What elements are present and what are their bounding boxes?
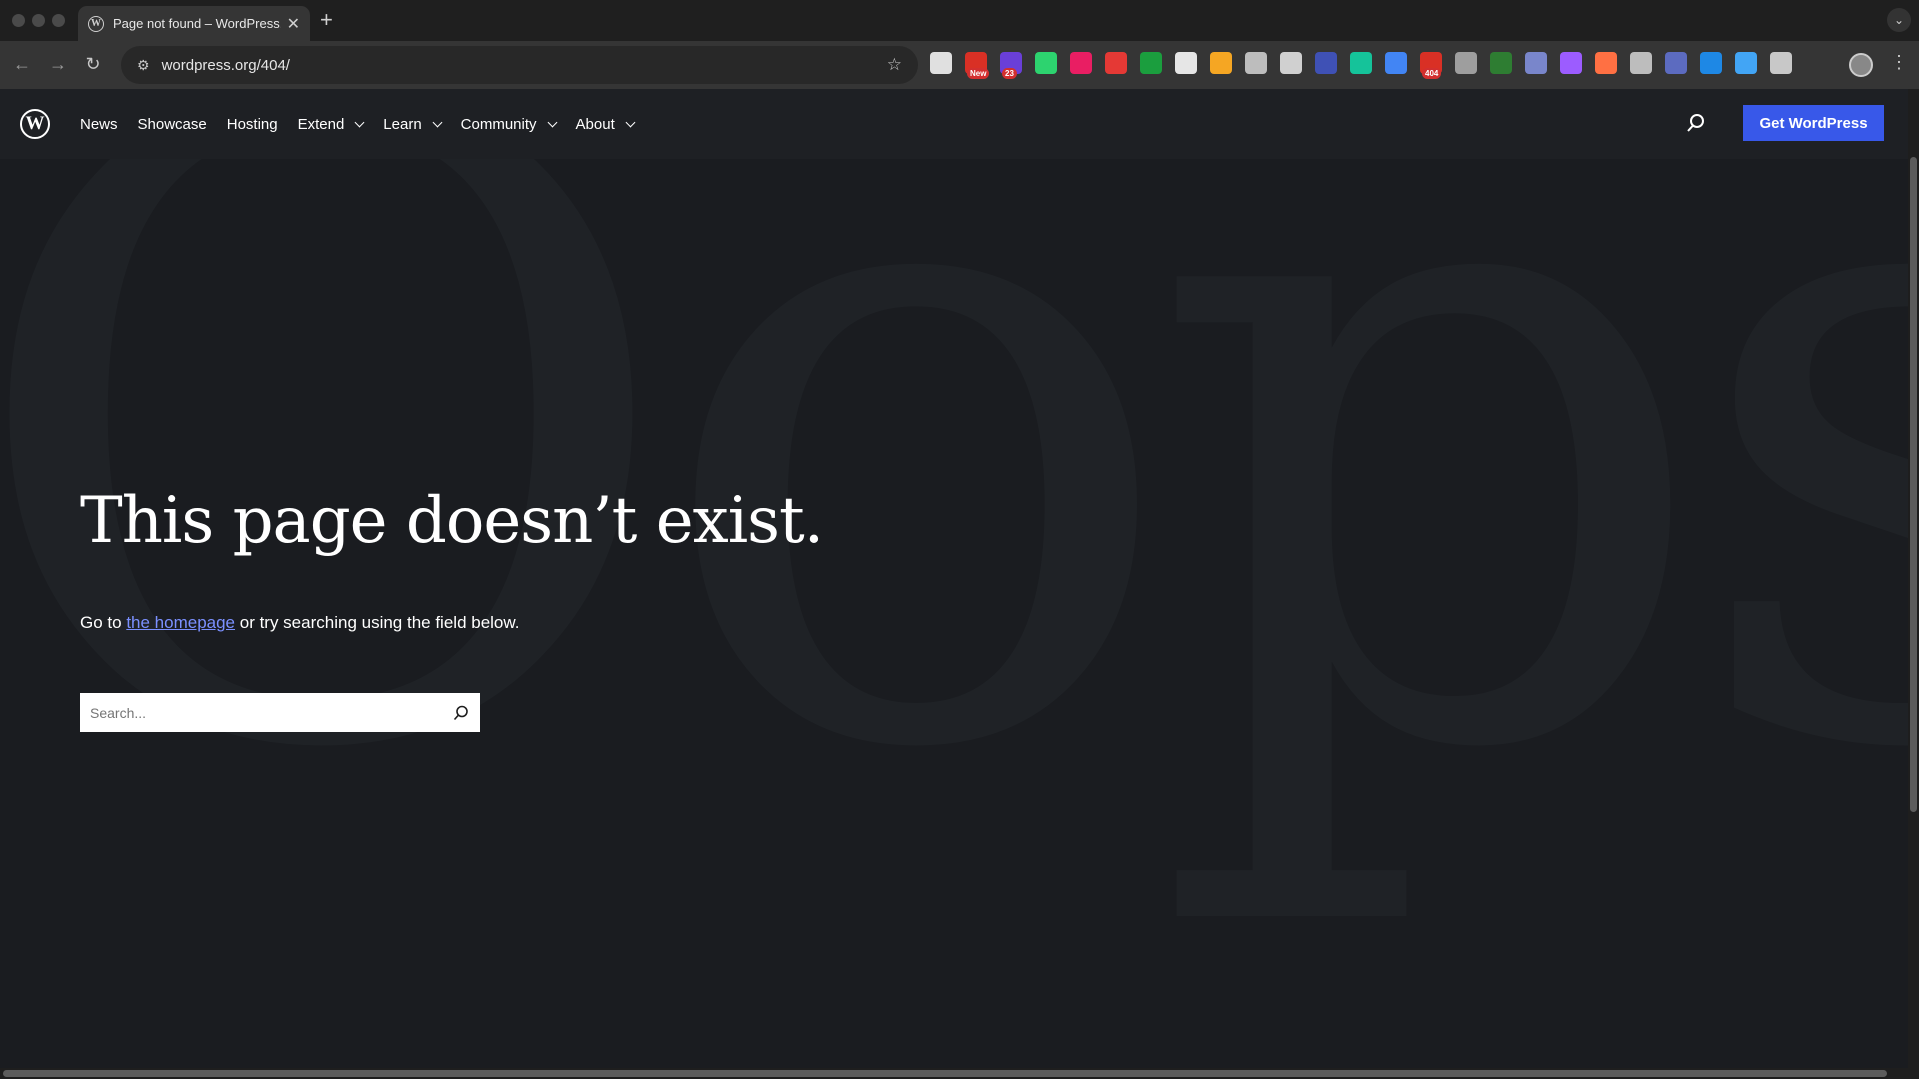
search-icon[interactable] bbox=[1685, 112, 1707, 134]
nav-item-hosting[interactable]: Hosting bbox=[227, 116, 278, 133]
browser-tab-bar: W Page not found – WordPress.org ✕ + ⌄ bbox=[0, 0, 1919, 41]
hand-extension-icon[interactable] bbox=[1105, 52, 1127, 74]
window-zoom-button[interactable] bbox=[52, 14, 65, 27]
error-extension-icon[interactable]: 404 bbox=[1420, 52, 1442, 79]
profile-avatar[interactable] bbox=[1849, 53, 1873, 77]
pencil-extension-icon[interactable] bbox=[1210, 52, 1232, 74]
extensions-row: New 23 404 bbox=[930, 52, 1792, 79]
z-extension-icon[interactable] bbox=[1315, 52, 1337, 74]
chevron-down-icon bbox=[547, 117, 557, 127]
browser-menu-icon[interactable]: ⋮ bbox=[1890, 52, 1908, 73]
nav-item-label: Showcase bbox=[137, 115, 207, 133]
vertical-scroll-thumb[interactable] bbox=[1910, 157, 1917, 812]
nav-item-label: Learn bbox=[383, 115, 422, 133]
target-extension-icon[interactable] bbox=[1455, 52, 1477, 74]
search-submit-button[interactable] bbox=[442, 694, 480, 732]
background-oops-text: Oops! bbox=[0, 89, 1908, 941]
search-input[interactable] bbox=[80, 693, 442, 732]
gear-extension-icon[interactable] bbox=[1665, 52, 1687, 74]
nav-item-label: Community bbox=[460, 115, 537, 133]
page-viewport: Oops! W News Showcase Hosting Extend Learn Co… bbox=[0, 89, 1908, 1068]
main-navigation: News Showcase Hosting Extend Learn Community A… bbox=[80, 89, 636, 159]
nav-item-label: News bbox=[80, 115, 118, 133]
wordpress-icon: W bbox=[88, 15, 104, 32]
window-close-button[interactable] bbox=[12, 14, 25, 27]
new-tab-button[interactable]: + bbox=[320, 7, 333, 33]
bookmark-star-icon[interactable]: ☆ bbox=[887, 55, 902, 75]
f-extension-icon[interactable] bbox=[1700, 52, 1722, 74]
camera-extension-icon[interactable] bbox=[1245, 52, 1267, 74]
tab-close-icon[interactable]: ✕ bbox=[287, 14, 300, 34]
page-title: This page doesn’t exist. bbox=[80, 484, 824, 558]
nav-item-label: About bbox=[575, 115, 615, 133]
site-header: W News Showcase Hosting Extend Learn Communit… bbox=[0, 89, 1908, 159]
nav-item-label: Extend bbox=[297, 115, 345, 133]
search-submit-icon bbox=[453, 705, 468, 720]
nav-item-learn[interactable]: Learn bbox=[383, 115, 443, 133]
grid-extension-icon[interactable] bbox=[1595, 52, 1617, 74]
window-extension-icon[interactable] bbox=[1735, 52, 1757, 74]
translate-extension-icon[interactable] bbox=[1385, 52, 1407, 74]
address-bar[interactable]: ⚙ wordpress.org/404/ ☆ bbox=[121, 46, 918, 84]
chevron-down-icon bbox=[625, 117, 636, 127]
extension-badge: New bbox=[967, 68, 990, 79]
circle-extension-icon[interactable] bbox=[1630, 52, 1652, 74]
globe-extension-icon[interactable] bbox=[1280, 52, 1302, 74]
wordpress-logo-icon[interactable]: W bbox=[20, 109, 50, 139]
help-text-before: Go to bbox=[80, 613, 127, 632]
chevron-down-icon bbox=[432, 117, 443, 127]
checkmark-extension-icon[interactable] bbox=[1035, 52, 1057, 74]
download-extension-icon[interactable] bbox=[1490, 52, 1512, 74]
chevron-down-icon bbox=[354, 117, 365, 127]
extension-badge: 404 bbox=[1422, 68, 1442, 79]
horizontal-scrollbar[interactable] bbox=[0, 1068, 1919, 1079]
vertical-scrollbar[interactable] bbox=[1908, 89, 1919, 1068]
browser-toolbar: ← → ↻ ⚙ wordpress.org/404/ ☆ New 23 404 ⋮ bbox=[0, 41, 1919, 89]
url-text[interactable]: wordpress.org/404/ bbox=[162, 57, 887, 74]
video-extension-icon[interactable] bbox=[1070, 52, 1092, 74]
nav-item-community[interactable]: Community bbox=[460, 115, 557, 133]
dots-extension-icon[interactable] bbox=[1525, 52, 1547, 74]
grammarly-icon[interactable] bbox=[1350, 52, 1372, 74]
window-minimize-button[interactable] bbox=[32, 14, 45, 27]
nav-item-showcase[interactable]: Showcase bbox=[138, 116, 207, 133]
help-text-after: or try searching using the field below. bbox=[235, 613, 520, 632]
eyedropper-icon[interactable] bbox=[930, 52, 952, 74]
horizontal-scroll-thumb[interactable] bbox=[3, 1070, 1887, 1077]
nav-item-label: Hosting bbox=[226, 115, 278, 133]
grammar-extension-icon[interactable] bbox=[1140, 52, 1162, 74]
nav-item-news[interactable]: News bbox=[80, 116, 118, 133]
tab-search-button[interactable]: ⌄ bbox=[1887, 8, 1911, 32]
nav-item-about[interactable]: About bbox=[575, 115, 636, 133]
extension-badge: 23 bbox=[1002, 68, 1017, 79]
back-button[interactable]: ← bbox=[10, 52, 34, 76]
box-extension-icon[interactable] bbox=[1175, 52, 1197, 74]
forward-button[interactable]: → bbox=[46, 52, 70, 76]
reload-button[interactable]: ↻ bbox=[81, 52, 105, 76]
get-wordpress-button[interactable]: Get WordPress bbox=[1743, 105, 1884, 141]
puzzle-icon[interactable] bbox=[1770, 52, 1792, 74]
feather-extension-icon[interactable] bbox=[1560, 52, 1582, 74]
tab-title: Page not found – WordPress.org bbox=[113, 16, 281, 31]
site-settings-icon[interactable]: ⚙ bbox=[137, 57, 150, 74]
search-form bbox=[80, 693, 480, 732]
counter-extension-icon[interactable]: 23 bbox=[1000, 52, 1022, 79]
nav-item-extend[interactable]: Extend bbox=[297, 115, 365, 133]
help-text: Go to the homepage or try searching usin… bbox=[80, 613, 519, 633]
browser-tab-active[interactable]: W Page not found – WordPress.org ✕ bbox=[78, 6, 310, 41]
homepage-link[interactable]: the homepage bbox=[126, 613, 235, 632]
new-extension-icon[interactable]: New bbox=[965, 52, 990, 79]
